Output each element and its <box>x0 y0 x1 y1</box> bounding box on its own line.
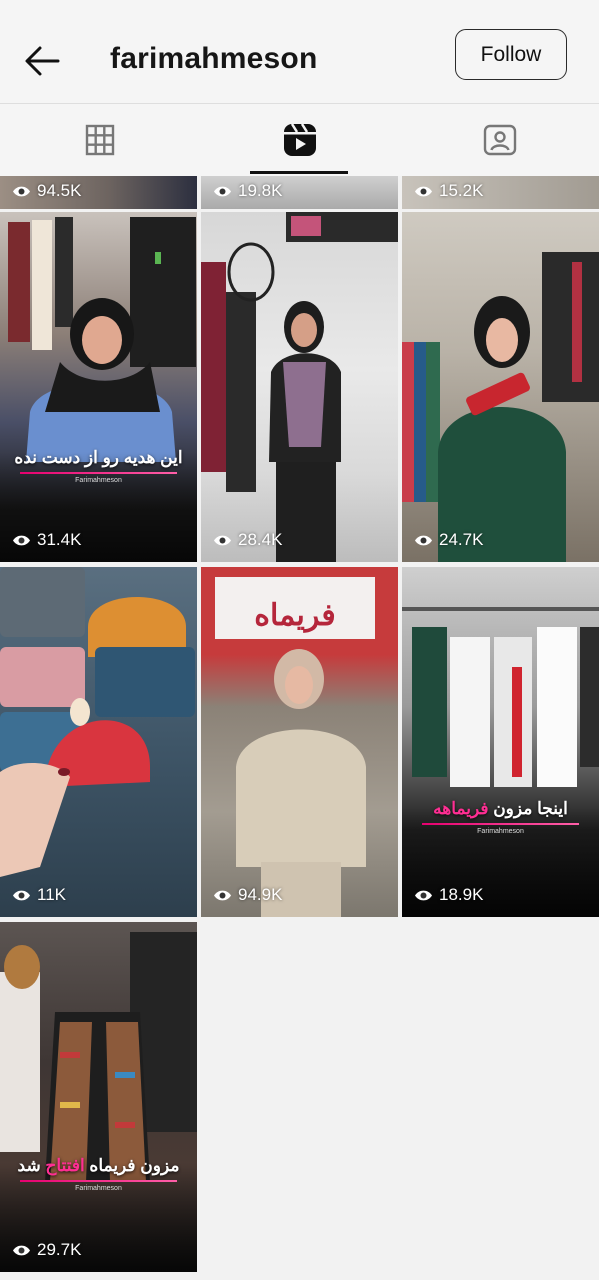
view-count: 15.2K <box>414 181 483 201</box>
store-sign-text: فریماه <box>254 598 335 633</box>
view-count: 24.7K <box>414 530 483 550</box>
eye-icon <box>415 535 432 545</box>
back-arrow-icon[interactable] <box>22 44 62 78</box>
follow-button[interactable]: Follow <box>455 29 567 80</box>
tagged-icon <box>483 124 517 156</box>
tab-reels[interactable] <box>200 104 400 176</box>
profile-tabs <box>0 104 599 176</box>
eye-icon <box>13 890 30 900</box>
reel-tile[interactable]: 28.4K <box>201 212 398 562</box>
eye-icon <box>214 535 231 545</box>
reel-caption: این هدیه رو از دست نده <box>14 448 183 467</box>
profile-header: farimahmeson Follow <box>0 0 599 104</box>
reel-tile[interactable]: 19.8K <box>201 176 398 209</box>
reel-tile[interactable]: اینجا مزون فریماهه Farimahmeson 18.9K <box>402 567 599 917</box>
reel-thumbnail <box>402 252 599 562</box>
view-count: 18.9K <box>414 885 483 905</box>
reel-tile[interactable]: 11K <box>0 567 197 917</box>
eye-icon <box>214 890 231 900</box>
reels-grid: 94.5K 19.8K 15.2K این هدیه رو از دست نده <box>0 176 599 1280</box>
grid-icon <box>85 124 115 156</box>
reel-tile[interactable]: 15.2K <box>402 176 599 209</box>
reel-brand: Farimahmeson <box>75 477 122 484</box>
profile-username: farimahmeson <box>110 42 318 75</box>
eye-icon <box>415 186 432 196</box>
view-count: 11K <box>12 885 66 905</box>
eye-icon <box>415 890 432 900</box>
reel-tile[interactable]: این هدیه رو از دست نده Farimahmeson 31.4… <box>0 212 197 562</box>
reels-icon <box>284 123 316 156</box>
eye-icon <box>13 186 30 196</box>
view-count: 29.7K <box>12 1240 81 1260</box>
tab-grid[interactable] <box>0 104 200 176</box>
eye-icon <box>214 186 231 196</box>
caption-underline <box>422 823 579 825</box>
view-count: 19.8K <box>213 181 282 201</box>
reel-thumbnail <box>0 567 195 877</box>
active-tab-indicator <box>250 171 348 174</box>
reel-caption: مزون فریماه افتتاح شد <box>17 1156 180 1175</box>
reel-brand: Farimahmeson <box>75 1185 122 1192</box>
reel-brand: Farimahmeson <box>477 828 524 835</box>
reel-tile[interactable]: فریماه 94.9K <box>201 567 398 917</box>
caption-underline <box>20 1180 177 1182</box>
reel-tile[interactable]: مزون فریماه افتتاح شد Farimahmeson 29.7K <box>0 922 197 1272</box>
view-count: 28.4K <box>213 530 282 550</box>
eye-icon <box>13 535 30 545</box>
reel-caption: اینجا مزون فریماهه <box>433 799 568 818</box>
view-count: 94.5K <box>12 181 81 201</box>
eye-icon <box>13 1245 30 1255</box>
reel-thumbnail: فریماه <box>215 577 375 917</box>
caption-underline <box>20 472 177 474</box>
reel-thumbnail <box>201 212 398 562</box>
view-count: 94.9K <box>213 885 282 905</box>
reel-tile[interactable]: 94.5K <box>0 176 197 209</box>
reel-tile[interactable]: 24.7K <box>402 212 599 562</box>
view-count: 31.4K <box>12 530 81 550</box>
tab-tagged[interactable] <box>400 104 599 176</box>
